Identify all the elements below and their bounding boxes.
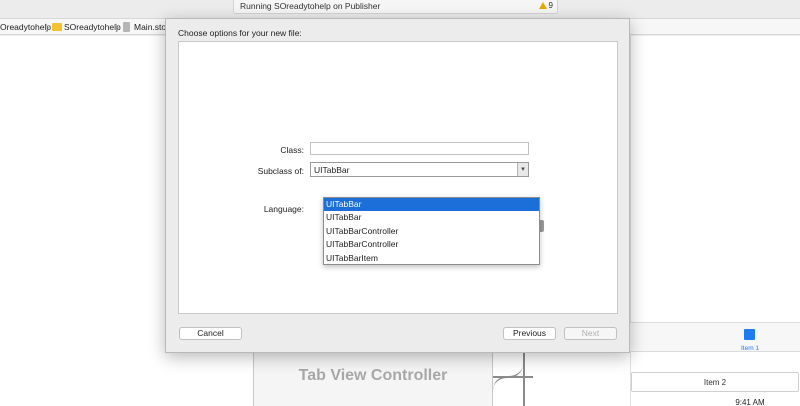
breadcrumb-file[interactable]: Main.stor: [134, 22, 169, 32]
tab-bar-item-label: Item 1: [740, 345, 760, 352]
warning-indicator[interactable]: 9: [538, 1, 553, 10]
subclass-value: UITabBar: [314, 165, 350, 175]
language-label: Language:: [263, 204, 304, 214]
subclass-label: Subclass of:: [257, 166, 304, 176]
tab-view-controller-label: Tab View Controller: [298, 367, 448, 384]
warning-count: 9: [548, 1, 553, 10]
suggestion-item[interactable]: UITabBarController: [324, 225, 539, 238]
toolbar: Running SOreadytohelp on Publisher 9: [0, 0, 800, 15]
class-field[interactable]: [310, 142, 529, 155]
item2-scene[interactable]: Item 2: [631, 372, 799, 392]
subclass-combo[interactable]: UITabBar ▾: [310, 162, 529, 177]
activity-viewer: Running SOreadytohelp on Publisher 9: [233, 0, 558, 14]
options-panel: Class: Subclass of: UITabBar ▾ Language:…: [178, 41, 618, 314]
sheet-title: Choose options for your new file:: [178, 28, 302, 38]
subclass-suggestions: UITabBar UITabBar UITabBarController UIT…: [323, 197, 540, 265]
previous-button[interactable]: Previous: [503, 327, 556, 340]
suggestion-item[interactable]: UITabBar: [324, 198, 539, 212]
cancel-button[interactable]: Cancel: [179, 327, 242, 340]
tab-view-controller-scene[interactable]: Tab View Controller: [253, 350, 493, 406]
new-file-sheet: Choose options for your new file: Class:…: [165, 18, 630, 353]
segue-connector: [493, 352, 523, 378]
tab-bar-item-icon[interactable]: [744, 329, 755, 340]
class-label: Class:: [280, 145, 304, 155]
next-button[interactable]: Next: [564, 327, 617, 340]
breadcrumb-project[interactable]: Oreadytohelp: [0, 22, 51, 32]
suggestion-item[interactable]: UITabBarItem: [324, 252, 539, 265]
suggestion-item[interactable]: UITabBar: [324, 211, 539, 224]
storyboard-file-icon: [123, 22, 130, 32]
chevron-down-icon[interactable]: ▾: [517, 163, 528, 176]
item2-label: Item 2: [703, 378, 727, 387]
suggestion-item[interactable]: UITabBarController: [324, 238, 539, 251]
folder-icon: [52, 23, 62, 31]
status-bar-time: 9:41 AM: [735, 398, 765, 406]
segue-connector: [493, 376, 533, 396]
breadcrumb-group[interactable]: SOreadytohelp: [64, 22, 121, 32]
warning-icon: [538, 2, 547, 9]
activity-status: Running SOreadytohelp on Publisher: [240, 1, 381, 11]
